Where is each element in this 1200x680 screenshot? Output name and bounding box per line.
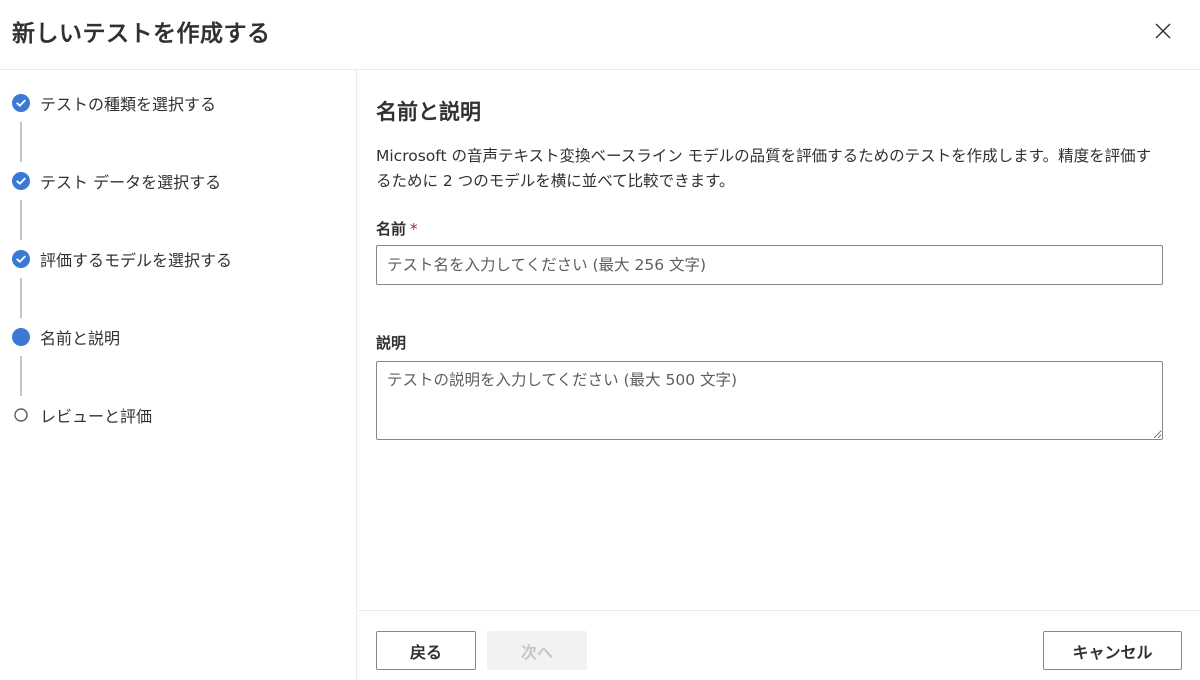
next-button[interactable]: 次へ [487, 631, 587, 670]
step-connector [20, 356, 22, 396]
step-select-models[interactable]: 評価するモデルを選択する [12, 248, 232, 270]
check-circle-icon [12, 94, 30, 112]
step-label: レビューと評価 [40, 407, 153, 426]
step-label: 評価するモデルを選択する [40, 251, 233, 270]
test-description-input[interactable] [376, 361, 1163, 440]
step-label: 名前と説明 [40, 329, 121, 348]
dialog-header: 新しいテストを作成する [0, 0, 1200, 70]
cancel-button[interactable]: キャンセル [1043, 631, 1182, 670]
step-label: テスト データを選択する [40, 173, 222, 192]
required-marker: * [410, 220, 418, 238]
dialog-title: 新しいテストを作成する [12, 21, 271, 47]
step-connector [20, 122, 22, 162]
dialog-footer: 戻る 次へ キャンセル [358, 610, 1200, 680]
section-description: Microsoft の音声テキスト変換ベースライン モデルの品質を評価するための… [376, 147, 1152, 190]
section-title: 名前と説明 [376, 100, 481, 124]
test-name-input[interactable] [376, 245, 1163, 285]
name-field-label: 名前 * [376, 218, 418, 239]
wizard-step-list: テストの種類を選択する テスト データを選択する 評価するモデルを選択する 名前… [0, 70, 357, 680]
step-select-test-data[interactable]: テスト データを選択する [12, 170, 221, 192]
check-circle-icon [12, 250, 30, 268]
name-label-text: 名前 [376, 220, 407, 238]
back-button[interactable]: 戻る [376, 631, 476, 670]
close-button[interactable] [1148, 16, 1178, 46]
main-panel: 名前と説明 Microsoft の音声テキスト変換ベースライン モデルの品質を評… [358, 70, 1200, 680]
step-name-and-description[interactable]: 名前と説明 [12, 326, 120, 348]
step-review-and-evaluate[interactable]: レビューと評価 [12, 404, 152, 426]
step-connector [20, 278, 22, 318]
step-label: テストの種類を選択する [40, 95, 217, 114]
step-connector [20, 200, 22, 240]
step-select-test-type[interactable]: テストの種類を選択する [12, 92, 216, 114]
empty-circle-icon [14, 408, 28, 422]
close-icon [1155, 23, 1171, 39]
description-field-label: 説明 [376, 334, 407, 352]
filled-circle-icon [12, 328, 30, 346]
check-circle-icon [12, 172, 30, 190]
